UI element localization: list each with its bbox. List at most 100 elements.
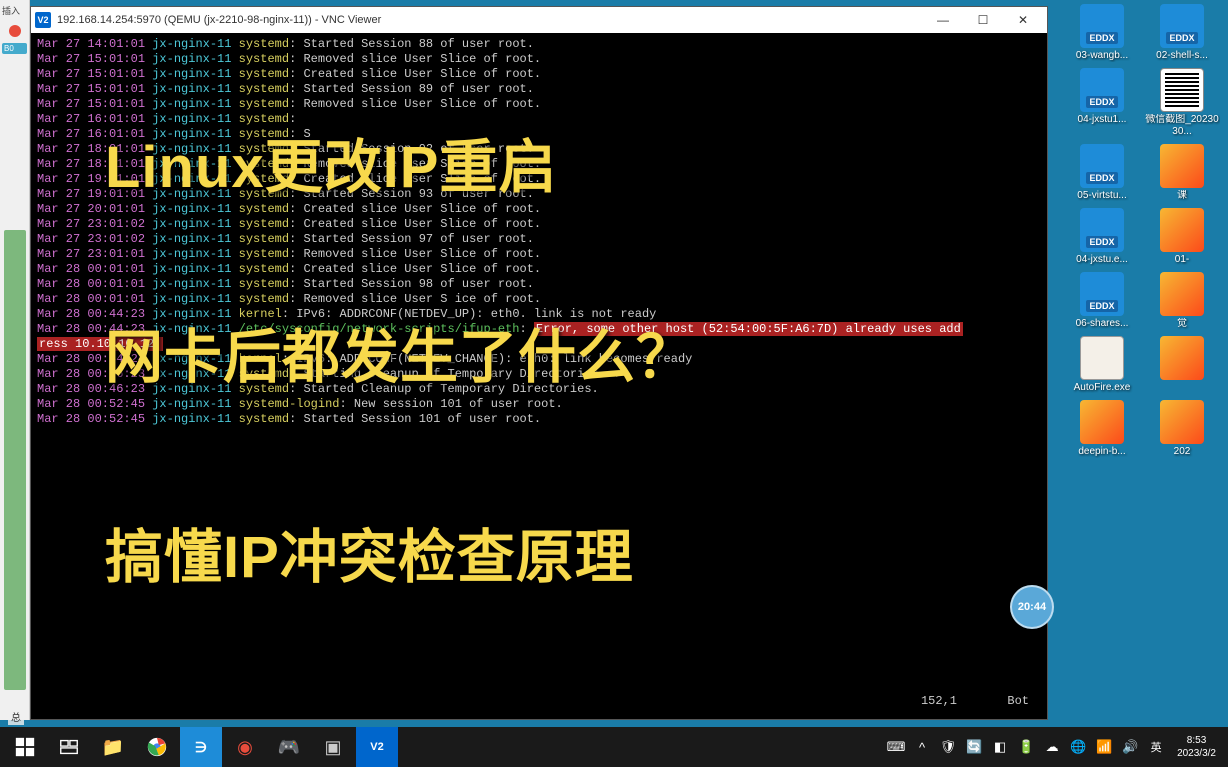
explorer-button[interactable]: 📁 (92, 727, 134, 767)
titlebar: V2 192.168.14.254:5970 (QEMU (jx-2210-98… (31, 7, 1047, 33)
log-line: Mar 27 15:01:01 jx-nginx-11 systemd: Rem… (37, 52, 1041, 67)
tray-volume-icon[interactable]: 🔊 (1119, 727, 1141, 767)
desktop-icon[interactable] (1144, 336, 1220, 394)
log-line: Mar 27 15:01:01 jx-nginx-11 systemd: Cre… (37, 67, 1041, 82)
terminal-bot: Bot (1007, 694, 1029, 709)
tray-sync-icon[interactable]: 🔄 (963, 727, 985, 767)
desktop-icon[interactable]: 03-wangb... (1064, 4, 1140, 62)
left-badge: B0 (2, 43, 27, 54)
left-tag: 插入 (0, 2, 29, 19)
desktop-icon[interactable]: 202 (1144, 400, 1220, 458)
close-button[interactable]: ✕ (1003, 7, 1043, 33)
icon-label: deepin-b... (1064, 446, 1140, 458)
desktop-icon[interactable]: 05-virtstu... (1064, 144, 1140, 202)
desktop-icon[interactable]: 01- (1144, 208, 1220, 266)
log-line: Mar 27 23:01:02 jx-nginx-11 systemd: Cre… (37, 217, 1041, 232)
icon-label: 04-jxstu1... (1064, 114, 1140, 126)
window-title: 192.168.14.254:5970 (QEMU (jx-2210-98-ng… (57, 14, 923, 26)
tray-keyboard-icon[interactable]: ⌨ (885, 727, 907, 767)
icon-label: 02-shell-s... (1144, 50, 1220, 62)
chrome-icon (146, 736, 168, 758)
terminal-position: 152,1 (921, 694, 957, 709)
icon-label: 课 (1144, 190, 1220, 202)
tray-cloud-icon[interactable]: ☁ (1041, 727, 1063, 767)
left-panel: 插入 B0 (0, 0, 30, 720)
clock-date: 2023/3/2 (1177, 747, 1216, 760)
log-line: Mar 28 00:01:01 jx-nginx-11 systemd: Sta… (37, 277, 1041, 292)
taskview-icon (58, 736, 80, 758)
minimize-button[interactable]: — (923, 7, 963, 33)
icon-label: 06-shares... (1064, 318, 1140, 330)
app-game-button[interactable]: 🎮 (268, 727, 310, 767)
app-red-button[interactable]: ◉ (224, 727, 266, 767)
icon-label: 03-wangb... (1064, 50, 1140, 62)
duration-badge: 20:44 (1010, 585, 1054, 629)
log-line: Mar 27 15:01:01 jx-nginx-11 systemd: Rem… (37, 97, 1041, 112)
desktop-icon[interactable]: deepin-b... (1064, 400, 1140, 458)
desktop-icon[interactable]: 微信截图_2023030... (1144, 68, 1220, 138)
icon-label: 微信截图_2023030... (1144, 114, 1220, 138)
desktop-icon[interactable]: 觉 (1144, 272, 1220, 330)
icon-label: 202 (1144, 446, 1220, 458)
file-icon (1160, 144, 1204, 188)
file-icon (1080, 144, 1124, 188)
file-icon (1160, 400, 1204, 444)
taskview-button[interactable] (48, 727, 90, 767)
start-button[interactable] (4, 727, 46, 767)
taskbar: 📁 ∋ ◉ 🎮 ▣ V2 ⌨ ^ 🛡 🔄 ◧ 🔋 ☁ 🌐 📶 🔊 英 8:53 … (0, 727, 1228, 767)
desktop-icon[interactable]: 02-shell-s... (1144, 4, 1220, 62)
icon-label: AutoFire.exe (1064, 382, 1140, 394)
file-icon (1080, 68, 1124, 112)
tray-app-icon[interactable]: ◧ (989, 727, 1011, 767)
icon-label: 01- (1144, 254, 1220, 266)
log-line: Mar 28 00:01:01 jx-nginx-11 systemd: Cre… (37, 262, 1041, 277)
edrawmax-button[interactable]: ∋ (180, 727, 222, 767)
file-icon (1160, 208, 1204, 252)
file-icon (1080, 336, 1124, 380)
log-line: Mar 27 20:01:01 jx-nginx-11 systemd: Cre… (37, 202, 1041, 217)
clock[interactable]: 8:53 2023/3/2 (1171, 734, 1222, 760)
file-icon (1160, 272, 1204, 316)
desktop-icon[interactable]: AutoFire.exe (1064, 336, 1140, 394)
log-line: Mar 27 15:01:01 jx-nginx-11 systemd: Sta… (37, 82, 1041, 97)
file-icon (1080, 4, 1124, 48)
vnc-app-icon: V2 (35, 12, 51, 28)
file-icon (1080, 400, 1124, 444)
log-line: Mar 27 14:01:01 jx-nginx-11 systemd: Sta… (37, 37, 1041, 52)
tray-network-icon[interactable]: 📶 (1093, 727, 1115, 767)
overlay-headline-1: Linux更改IP重启 (105, 120, 557, 204)
bottom-left-text: 总 (8, 708, 24, 725)
icon-label: 觉 (1144, 318, 1220, 330)
chrome-button[interactable] (136, 727, 178, 767)
log-line: Mar 28 00:52:45 jx-nginx-11 systemd: Sta… (37, 412, 1041, 427)
desktop-icon[interactable]: 课 (1144, 144, 1220, 202)
desktop-icon[interactable]: 06-shares... (1064, 272, 1140, 330)
tray-chevron-icon[interactable]: ^ (911, 727, 933, 767)
file-icon (1160, 4, 1204, 48)
overlay-headline-3: 搞懂IP冲突检查原理 (105, 510, 634, 594)
file-icon (1080, 208, 1124, 252)
log-line: Mar 27 23:01:02 jx-nginx-11 systemd: Sta… (37, 232, 1041, 247)
record-dot-icon (9, 25, 21, 37)
maximize-button[interactable]: ☐ (963, 7, 1003, 33)
clock-time: 8:53 (1177, 734, 1216, 747)
terminal-app-button[interactable]: ▣ (312, 727, 354, 767)
tray-battery-icon[interactable]: 🔋 (1015, 727, 1037, 767)
left-green-bar (4, 230, 26, 690)
vnc-app-button[interactable]: V2 (356, 727, 398, 767)
log-line: Mar 27 23:01:01 jx-nginx-11 systemd: Rem… (37, 247, 1041, 262)
file-icon (1160, 68, 1204, 112)
tray-security-icon[interactable]: 🛡 (937, 727, 959, 767)
log-line: Mar 28 00:52:45 jx-nginx-11 systemd-logi… (37, 397, 1041, 412)
icon-label: 05-virtstu... (1064, 190, 1140, 202)
desktop-icons: 03-wangb... 02-shell-s... 04-jxstu1... 微信截图… (1062, 0, 1228, 720)
log-line: Mar 28 00:01:01 jx-nginx-11 systemd: Rem… (37, 292, 1041, 307)
overlay-headline-2: 网卡后都发生了什么？ (105, 310, 695, 394)
desktop-icon[interactable]: 04-jxstu.e... (1064, 208, 1140, 266)
tray-globe-icon[interactable]: 🌐 (1067, 727, 1089, 767)
language-indicator[interactable]: 英 (1145, 727, 1167, 767)
windows-icon (14, 736, 36, 758)
desktop-icon[interactable]: 04-jxstu1... (1064, 68, 1140, 138)
file-icon (1160, 336, 1204, 380)
file-icon (1080, 272, 1124, 316)
